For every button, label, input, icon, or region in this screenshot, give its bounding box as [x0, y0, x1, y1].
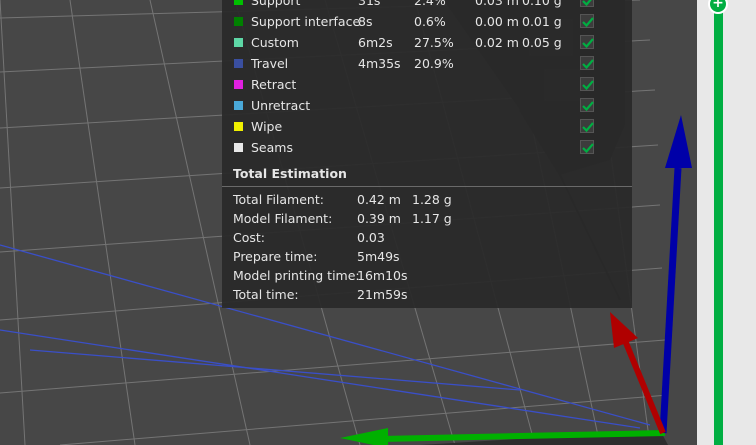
estimation-row: Prepare time: 5m49s	[233, 247, 623, 266]
legend-row-travel[interactable]: Travel 4m35s 20.9%	[222, 53, 632, 74]
color-swatch	[234, 17, 243, 26]
feature-weight: 0.01 g	[522, 14, 562, 29]
feature-time: 6m2s	[358, 35, 393, 50]
feature-label: Wipe	[251, 119, 283, 134]
estimation-value-2: 1.17 g	[412, 211, 452, 226]
gcode-legend-panel: Support 31s 2.4% 0.03 m 0.10 g Support interf…	[222, 0, 632, 308]
feature-length: 0.03 m	[475, 0, 519, 8]
estimation-label: Cost:	[233, 230, 266, 245]
estimation-value: 0.39 m	[357, 211, 401, 226]
visibility-checkbox[interactable]	[580, 0, 594, 7]
estimation-row: Model printing time: 16m10s	[233, 266, 623, 285]
plus-icon[interactable]: +	[708, 0, 728, 14]
feature-percent: 20.9%	[414, 56, 454, 71]
feature-label: Seams	[251, 140, 293, 155]
estimation-value: 21m59s	[357, 287, 408, 302]
feature-label: Support interface	[251, 14, 361, 29]
visibility-checkbox[interactable]	[580, 14, 594, 28]
feature-percent: 27.5%	[414, 35, 454, 50]
color-swatch	[234, 122, 243, 131]
color-swatch	[234, 38, 243, 47]
estimation-divider	[222, 186, 632, 187]
legend-row-custom[interactable]: Custom 6m2s 27.5% 0.02 m 0.05 g	[222, 32, 632, 53]
feature-label: Support	[251, 0, 301, 8]
checkmark-icon	[582, 143, 594, 154]
estimation-value: 0.03	[357, 230, 385, 245]
visibility-checkbox[interactable]	[580, 56, 594, 70]
estimation-value: 16m10s	[357, 268, 408, 283]
feature-weight: 0.05 g	[522, 35, 562, 50]
visibility-checkbox[interactable]	[580, 35, 594, 49]
total-estimation-title: Total Estimation	[233, 166, 347, 181]
legend-row-support-interface[interactable]: Support interface 8s 0.6% 0.00 m 0.01 g	[222, 11, 632, 32]
estimation-value: 0.42 m	[357, 192, 401, 207]
feature-label: Unretract	[251, 98, 311, 113]
estimation-row: Cost: 0.03	[233, 228, 623, 247]
estimation-label: Prepare time:	[233, 249, 318, 264]
feature-length: 0.02 m	[475, 35, 519, 50]
feature-percent: 0.6%	[414, 14, 446, 29]
checkmark-icon	[582, 17, 594, 28]
feature-time: 31s	[358, 0, 381, 8]
checkmark-icon	[582, 0, 592, 7]
checkmark-icon	[582, 122, 594, 133]
feature-weight: 0.10 g	[522, 0, 562, 8]
checkmark-icon	[582, 59, 594, 70]
color-swatch	[234, 101, 243, 110]
estimation-value: 5m49s	[357, 249, 400, 264]
estimation-label: Total Filament:	[233, 192, 324, 207]
estimation-value-2: 1.28 g	[412, 192, 452, 207]
feature-percent: 2.4%	[414, 0, 446, 8]
visibility-checkbox[interactable]	[580, 140, 594, 154]
feature-time: 8s	[358, 14, 373, 29]
legend-row-wipe[interactable]: Wipe	[222, 116, 632, 137]
layer-slider-track[interactable]	[714, 0, 723, 445]
visibility-checkbox[interactable]	[580, 77, 594, 91]
legend-row-retract[interactable]: Retract	[222, 74, 632, 95]
feature-time: 4m35s	[358, 56, 401, 71]
estimation-row: Model Filament: 0.39 m 1.17 g	[233, 209, 623, 228]
feature-label: Custom	[251, 35, 299, 50]
visibility-checkbox[interactable]	[580, 119, 594, 133]
legend-row-seams[interactable]: Seams	[222, 137, 632, 158]
color-swatch	[234, 143, 243, 152]
feature-label: Retract	[251, 77, 297, 92]
feature-length: 0.00 m	[475, 14, 519, 29]
checkmark-icon	[582, 101, 594, 112]
legend-row-unretract[interactable]: Unretract	[222, 95, 632, 116]
layer-slider-panel: +	[697, 0, 756, 445]
legend-row-support[interactable]: Support 31s 2.4% 0.03 m 0.10 g	[222, 0, 632, 11]
checkmark-icon	[582, 80, 594, 91]
color-swatch	[234, 0, 243, 5]
estimation-row: Total Filament: 0.42 m 1.28 g	[233, 190, 623, 209]
estimation-label: Model printing time:	[233, 268, 360, 283]
checkmark-icon	[582, 38, 594, 49]
visibility-checkbox[interactable]	[580, 98, 594, 112]
estimation-row: Total time: 21m59s	[233, 285, 623, 304]
estimation-label: Model Filament:	[233, 211, 333, 226]
estimation-label: Total time:	[233, 287, 299, 302]
color-swatch	[234, 80, 243, 89]
color-swatch	[234, 59, 243, 68]
feature-label: Travel	[251, 56, 289, 71]
